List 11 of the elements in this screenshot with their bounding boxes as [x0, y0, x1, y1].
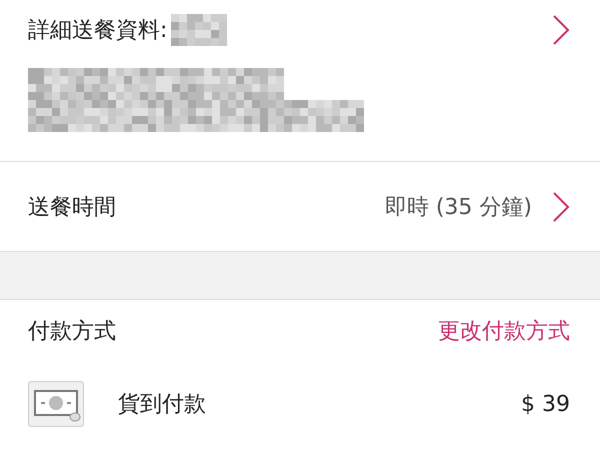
payment-method-name: 貨到付款 — [118, 391, 206, 419]
payment-label: 付款方式 — [28, 318, 116, 346]
delivery-details-label: 詳細送餐資料: — [28, 17, 168, 45]
cash-icon — [28, 381, 84, 427]
chevron-icon[interactable] — [552, 190, 570, 222]
payment-amount: $ 39 — [521, 392, 570, 416]
pixelated-name-drawing — [171, 14, 228, 46]
change-payment-link[interactable]: 更改付款方式 — [438, 316, 570, 346]
delivery-time-label: 送餐時間 — [28, 194, 116, 222]
delivery-time-value: 即時 (35 分鐘) — [384, 194, 532, 222]
chevron-icon[interactable] — [552, 14, 570, 46]
